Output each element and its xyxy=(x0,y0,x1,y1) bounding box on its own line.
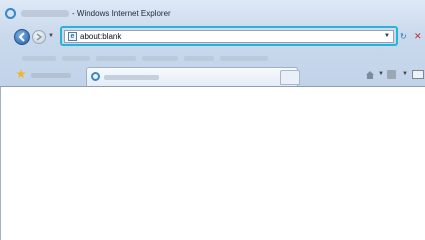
browser-tab[interactable] xyxy=(86,67,298,86)
star-icon[interactable] xyxy=(16,69,26,79)
menu-item-blurred[interactable] xyxy=(22,56,56,61)
history-dropdown-icon[interactable]: ▼ xyxy=(48,33,54,39)
favorites-bar: ▼ ▼ xyxy=(0,64,425,87)
back-arrow-icon xyxy=(18,32,25,42)
tab-title-blurred xyxy=(104,75,159,80)
feeds-dropdown-icon[interactable]: ▼ xyxy=(402,71,408,77)
menu-item-blurred[interactable] xyxy=(96,56,136,61)
ie-app-icon xyxy=(5,8,16,19)
home-dropdown-icon[interactable]: ▼ xyxy=(378,71,384,77)
title-bar: - Windows Internet Explorer xyxy=(0,0,425,24)
menu-bar xyxy=(0,52,425,64)
feeds-icon[interactable] xyxy=(387,70,396,79)
menu-item-blurred[interactable] xyxy=(142,56,178,61)
address-bar-highlight xyxy=(60,26,398,46)
refresh-icon[interactable]: ↻ xyxy=(400,32,407,41)
menu-item-blurred[interactable] xyxy=(184,56,214,61)
forward-button[interactable] xyxy=(32,30,46,44)
page-content[interactable] xyxy=(0,87,425,240)
browser-window: - Windows Internet Explorer ▼ e about:bl… xyxy=(0,0,425,240)
menu-item-blurred[interactable] xyxy=(220,56,268,61)
blurred-page-title xyxy=(21,10,69,17)
menu-item-blurred[interactable] xyxy=(62,56,90,61)
navigation-bar: ▼ e about:blank ▼ ↻ ✕ xyxy=(0,24,425,52)
back-button[interactable] xyxy=(14,29,30,45)
stop-icon[interactable]: ✕ xyxy=(414,31,422,42)
window-title: - Windows Internet Explorer xyxy=(72,9,171,18)
new-tab-button[interactable] xyxy=(280,70,300,85)
home-icon[interactable] xyxy=(365,70,375,79)
print-icon[interactable] xyxy=(412,70,424,79)
ie-tab-icon xyxy=(91,72,100,81)
browser-chrome: - Windows Internet Explorer ▼ e about:bl… xyxy=(0,0,425,87)
forward-arrow-icon xyxy=(36,33,43,41)
favorites-label-blurred[interactable] xyxy=(31,73,71,78)
